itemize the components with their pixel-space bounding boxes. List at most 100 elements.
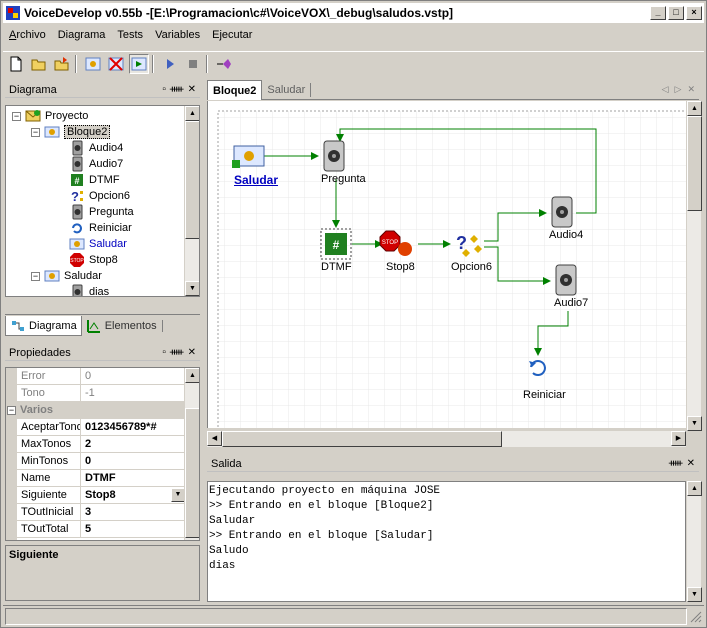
canvas-vscrollbar[interactable]: ▲ ▼ <box>686 101 702 431</box>
tree-item[interactable]: STOP Stop8 <box>69 252 118 268</box>
property-row[interactable]: Name DTMF <box>6 470 186 487</box>
connect-button[interactable] <box>214 54 234 74</box>
tab-next-icon[interactable]: ▷ <box>675 84 682 95</box>
project-tree[interactable]: − Proyecto − Bloque2 Audio4 Audio7 # DTMF? Opcio… <box>5 105 200 297</box>
tab-prev-icon[interactable]: ◁ <box>662 84 669 95</box>
property-value[interactable]: 2 <box>80 436 186 452</box>
property-value[interactable]: 3 <box>80 504 186 520</box>
delete-block-button[interactable] <box>106 54 126 74</box>
play-button[interactable] <box>160 54 180 74</box>
close-icon[interactable]: ✕ <box>188 84 196 95</box>
node-audio7-label[interactable]: Audio7 <box>554 297 588 309</box>
tab-elementos[interactable]: Elementos <box>82 316 167 336</box>
tree-item[interactable]: ? Opcion6 <box>69 188 130 204</box>
close-icon[interactable]: ✕ <box>188 347 196 358</box>
title-bar[interactable]: VoiceDevelop v0.55b -[E:\Programacion\c#… <box>3 3 704 23</box>
tab-bloque2[interactable]: Bloque2 <box>207 79 263 100</box>
menu-diagrama[interactable]: Diagrama <box>52 29 112 41</box>
pin-icon[interactable]: ᚔ <box>170 347 184 358</box>
scroll-down-icon[interactable]: ▼ <box>687 416 702 431</box>
tree-expander-icon[interactable]: − <box>12 111 21 121</box>
minimize-button[interactable]: _ <box>650 6 666 20</box>
property-row[interactable]: TOutTotal 5 <box>6 521 186 538</box>
diagram-canvas[interactable]: # STOP ? Saludar Pregunta Audio4 DTMF St… <box>207 101 686 428</box>
scroll-thumb[interactable] <box>185 121 199 239</box>
tree-item[interactable]: Reiniciar <box>69 220 132 236</box>
property-value[interactable]: 5 <box>80 521 186 537</box>
scroll-up-icon[interactable]: ▲ <box>687 101 702 116</box>
tree-item[interactable]: − Proyecto <box>12 108 88 124</box>
property-value[interactable]: -1 <box>80 385 186 401</box>
window-position-icon[interactable]: ▫ <box>162 347 166 358</box>
scroll-thumb[interactable] <box>222 431 502 447</box>
tree-item[interactable]: Audio7 <box>69 156 123 172</box>
tab-diagrama[interactable]: Diagrama <box>5 316 82 336</box>
add-block-button[interactable] <box>83 54 103 74</box>
menu-tests[interactable]: Tests <box>111 29 149 41</box>
scroll-thumb[interactable] <box>185 408 199 538</box>
node-dtmf-label[interactable]: DTMF <box>321 261 352 273</box>
property-grid[interactable]: Error0Tono-1−VariosAceptarTonos012345678… <box>5 367 200 541</box>
pin-icon[interactable]: ᚔ <box>669 458 683 469</box>
open-file-button[interactable] <box>29 54 49 74</box>
property-row[interactable]: Error 0 <box>6 368 186 385</box>
menu-archivo[interactable]: Archivo <box>3 29 52 41</box>
tab-close-icon[interactable]: ✕ <box>687 84 695 95</box>
property-row[interactable]: Siguiente Stop8 ▼ <box>6 487 186 504</box>
property-value[interactable]: 0123456789*# <box>80 419 186 435</box>
tab-saludar[interactable]: Saludar <box>262 82 312 97</box>
scroll-thumb[interactable] <box>687 116 702 211</box>
property-value[interactable]: 0 <box>80 368 186 384</box>
tree-item[interactable]: Saludar <box>69 236 127 252</box>
property-row[interactable]: Tono -1 <box>6 385 186 402</box>
scroll-up-icon[interactable]: ▲ <box>185 106 199 121</box>
property-row[interactable]: TOutInicial 3 <box>6 504 186 521</box>
tree-item[interactable]: Audio4 <box>69 140 123 156</box>
run-block-button[interactable] <box>129 53 149 74</box>
scroll-up-icon[interactable]: ▲ <box>687 481 702 496</box>
property-value[interactable]: DTMF <box>80 470 186 486</box>
tree-item[interactable]: dias <box>69 284 109 296</box>
menu-variables[interactable]: Variables <box>149 29 206 41</box>
node-opcion6-label[interactable]: Opcion6 <box>451 261 492 273</box>
close-icon[interactable]: ✕ <box>687 458 695 469</box>
node-stop8-label[interactable]: Stop8 <box>386 261 415 273</box>
node-saludar-label[interactable]: Saludar <box>234 173 278 187</box>
property-row[interactable]: MaxTonos 2 <box>6 436 186 453</box>
node-pregunta-label[interactable]: Pregunta <box>321 173 366 185</box>
output-console[interactable]: Ejecutando proyecto en máquina JOSE >> E… <box>207 481 686 602</box>
property-value[interactable]: 0 <box>80 453 186 469</box>
resize-grip-icon[interactable] <box>690 611 702 623</box>
scroll-up-icon[interactable]: ▲ <box>185 368 199 383</box>
window-position-icon[interactable]: ▫ <box>162 84 166 95</box>
property-row[interactable]: MinTonos 0 <box>6 453 186 470</box>
tree-item[interactable]: # DTMF <box>69 172 120 188</box>
tree-scrollbar[interactable]: ▲ ▼ <box>184 106 199 296</box>
close-button[interactable]: × <box>686 6 702 20</box>
scroll-right-icon[interactable]: ▶ <box>671 431 686 446</box>
canvas-hscrollbar[interactable]: ◀ ▶ <box>207 431 686 447</box>
stop-button[interactable] <box>183 54 203 74</box>
tree-item[interactable]: Pregunta <box>69 204 134 220</box>
maximize-button[interactable]: □ <box>668 6 684 20</box>
save-file-button[interactable] <box>52 54 72 74</box>
node-reiniciar-label[interactable]: Reiniciar <box>523 389 566 401</box>
tree-expander-icon[interactable]: − <box>31 271 40 281</box>
output-scrollbar[interactable]: ▲ ▼ <box>686 481 702 602</box>
pin-icon[interactable]: ᚔ <box>170 84 184 95</box>
property-category[interactable]: − Varios <box>6 402 186 419</box>
property-row[interactable]: AceptarTonos0123456789*# <box>6 419 186 436</box>
scroll-down-icon[interactable]: ▼ <box>687 587 702 602</box>
menu-ejecutar[interactable]: Ejecutar <box>206 29 258 41</box>
props-scrollbar[interactable]: ▲ <box>184 368 199 540</box>
tree-item[interactable]: − Saludar <box>31 268 102 284</box>
category-collapse-icon[interactable]: − <box>7 406 16 415</box>
new-file-button[interactable] <box>6 54 26 74</box>
node-audio4-label[interactable]: Audio4 <box>549 229 583 241</box>
dropdown-arrow-icon[interactable]: ▼ <box>171 488 185 502</box>
scroll-left-icon[interactable]: ◀ <box>207 431 222 446</box>
tree-expander-icon[interactable]: − <box>31 127 40 137</box>
scroll-down-icon[interactable]: ▼ <box>185 281 199 296</box>
tree-item[interactable]: − Bloque2 <box>31 124 111 140</box>
property-description: Siguiente <box>5 545 200 601</box>
